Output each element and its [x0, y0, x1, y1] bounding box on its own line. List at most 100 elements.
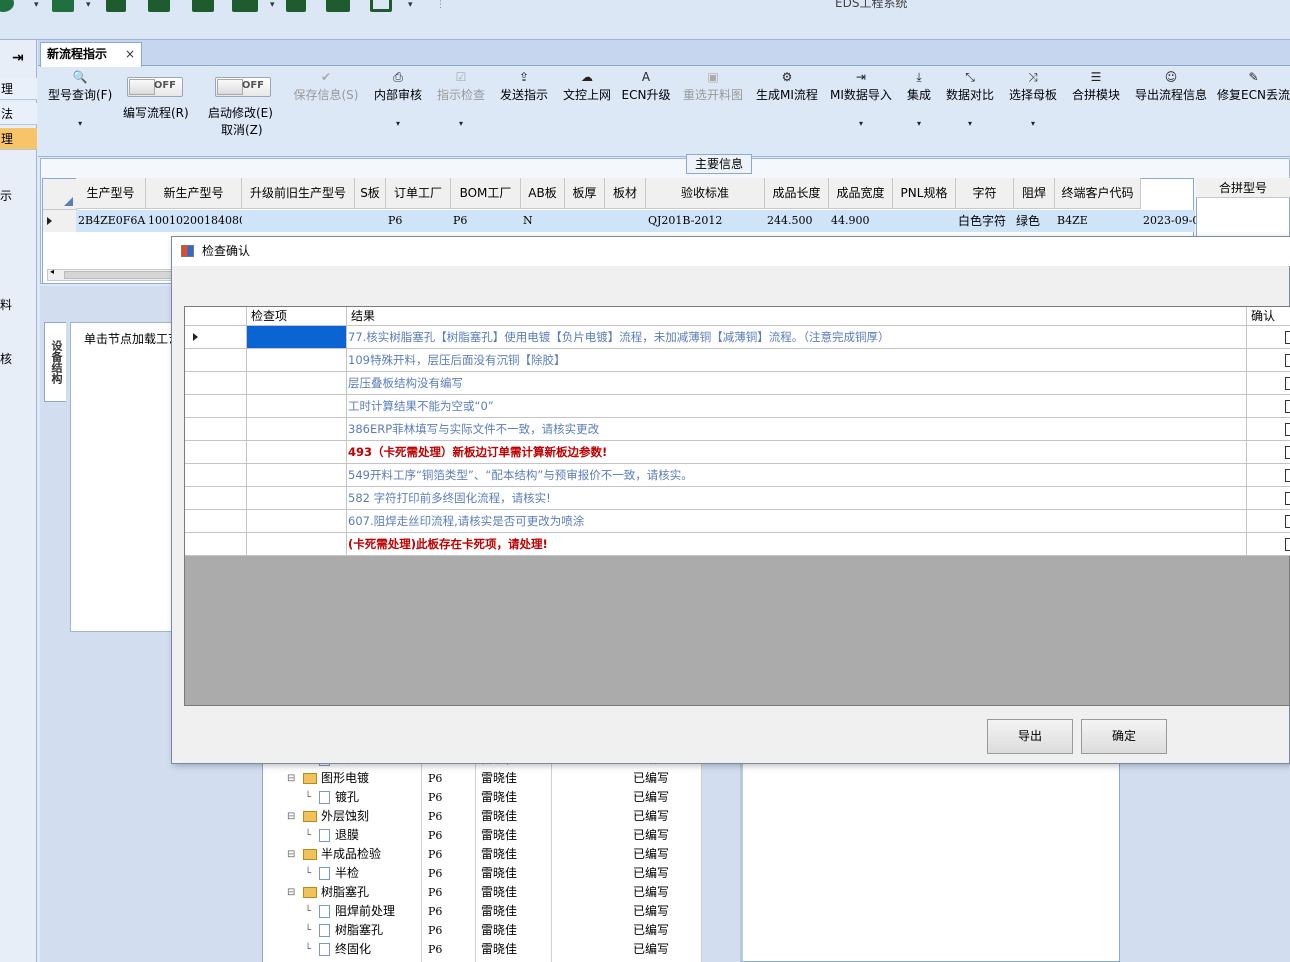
- grid-cell-9[interactable]: QJ201B-2012: [646, 210, 765, 232]
- menu-icon[interactable]: [232, 0, 258, 12]
- tab-new-process[interactable]: 新流程指示 ×: [40, 42, 142, 67]
- check-item-cell[interactable]: [247, 533, 347, 555]
- close-icon[interactable]: ×: [125, 43, 135, 65]
- tree-row[interactable]: ⊟ 图形电镀 P6 雷晓佳 已编写: [263, 769, 703, 788]
- grid-cell-5[interactable]: P6: [451, 210, 521, 232]
- ribbon-button-15[interactable]: ✎ 修复ECN丢流: [1217, 70, 1290, 103]
- check-row[interactable]: 607.阻焊走丝印流程,请核实是否可更改为喷涂: [185, 510, 1290, 533]
- row-header[interactable]: [185, 349, 247, 371]
- vertical-tab-structure[interactable]: 设备结构: [44, 322, 66, 402]
- tree-row[interactable]: └ 树脂塞孔 P6 雷晓佳 已编写: [263, 921, 703, 940]
- enable-edit-toggle[interactable]: OFF: [215, 77, 271, 97]
- grid-cell-3[interactable]: [355, 210, 386, 232]
- check-item-cell[interactable]: [247, 326, 347, 348]
- grid-header-2[interactable]: 升级前旧生产型号: [242, 178, 355, 209]
- col-result[interactable]: 结果: [347, 307, 1247, 326]
- check-item-cell[interactable]: [247, 487, 347, 509]
- grid-header-1[interactable]: 新生产型号: [146, 178, 242, 209]
- ribbon-button-6[interactable]: A ECN升级: [622, 70, 671, 103]
- collapse-icon[interactable]: ⇥: [12, 50, 24, 66]
- ribbon-button-10[interactable]: ⤓ 集成 ▾: [907, 70, 931, 128]
- grid-header-0[interactable]: 生产型号: [76, 178, 146, 209]
- grid-header-4[interactable]: 订单工厂: [386, 178, 451, 209]
- result-cell[interactable]: 493（卡死需处理）新板边订单需计算新板边参数!: [347, 441, 1247, 463]
- check-row[interactable]: 386ERP菲林填写与实际文件不一致，请核实更改: [185, 418, 1290, 441]
- grid-cell-1[interactable]: 10010200184080: [146, 210, 246, 232]
- grid-icon[interactable]: [52, 0, 74, 12]
- refresh-icon[interactable]: [0, 0, 14, 12]
- nav-item-2[interactable]: 法: [0, 103, 37, 125]
- check-row[interactable]: 493（卡死需处理）新板边订单需计算新板边参数!: [185, 441, 1290, 464]
- ribbon-button-0[interactable]: 🔍 型号查询(F) ▾: [48, 70, 112, 128]
- save-icon[interactable]: [148, 0, 170, 12]
- confirm-checkbox[interactable]: [1285, 400, 1290, 413]
- grid-cell-10[interactable]: 244.500: [765, 210, 829, 232]
- collapse-icon[interactable]: ⊟: [287, 845, 295, 864]
- grid-header-3[interactable]: S板: [355, 178, 386, 209]
- dropdown-icon[interactable]: ▾: [830, 119, 892, 128]
- ribbon-button-14[interactable]: ☺ 导出流程信息: [1135, 70, 1207, 103]
- check-row[interactable]: 工时计算结果不能为空或“0”: [185, 395, 1290, 418]
- check-row[interactable]: 109特殊开料，层压后面没有沉铜【除胶】: [185, 349, 1290, 372]
- cancel-edit-label[interactable]: 取消(Z): [221, 121, 263, 138]
- grid-cell-2[interactable]: [242, 210, 355, 232]
- row-header[interactable]: [43, 210, 77, 232]
- dropdown-icon[interactable]: ▾: [48, 119, 112, 128]
- grid-cell-4[interactable]: P6: [386, 210, 451, 232]
- confirm-checkbox[interactable]: [1285, 423, 1290, 436]
- collapse-icon[interactable]: ⊟: [287, 807, 295, 826]
- confirm-checkbox[interactable]: [1285, 492, 1290, 505]
- dropdown-icon[interactable]: ▾: [374, 119, 422, 128]
- tree-row[interactable]: ⊟ 半成品检验 P6 雷晓佳 已编写: [263, 845, 703, 864]
- dropdown-icon[interactable]: ▾: [907, 119, 931, 128]
- collapse-icon[interactable]: ⊟: [287, 769, 295, 788]
- dropdown-icon[interactable]: ▾: [1009, 119, 1057, 128]
- grid-cell-6[interactable]: N: [521, 210, 565, 232]
- row-header[interactable]: [185, 533, 247, 555]
- grid-cell-15[interactable]: B4ZE: [1055, 210, 1141, 232]
- write-process-toggle[interactable]: OFF: [127, 77, 183, 97]
- ribbon-button-8[interactable]: ⚙ 生成MI流程: [756, 70, 818, 103]
- row-header[interactable]: [185, 441, 247, 463]
- grid-header-9[interactable]: 验收标准: [646, 178, 765, 209]
- row-header[interactable]: [185, 487, 247, 509]
- check-item-cell[interactable]: [247, 510, 347, 532]
- scissors-icon[interactable]: [106, 0, 126, 12]
- grid-cell-7[interactable]: [565, 210, 605, 232]
- user-icon[interactable]: [286, 0, 306, 12]
- grid-cell-13[interactable]: 白色字符: [956, 210, 1014, 232]
- copy-icon[interactable]: [192, 0, 214, 12]
- row-header[interactable]: [185, 464, 247, 486]
- export-button[interactable]: 导出: [987, 719, 1073, 754]
- grid-cell-14[interactable]: 绿色: [1014, 210, 1055, 232]
- customize-icon[interactable]: ⋮: [436, 0, 445, 10]
- result-cell[interactable]: 层压叠板结构没有编写: [347, 372, 1247, 394]
- grid-cell-8[interactable]: [605, 210, 646, 232]
- grid-header-14[interactable]: 阻焊: [1014, 178, 1055, 209]
- grid-header-7[interactable]: 板厚: [565, 178, 605, 209]
- col-confirm[interactable]: 确认: [1247, 307, 1290, 326]
- nav-item-3[interactable]: 理: [0, 128, 37, 150]
- ribbon-button-1[interactable]: ✔ 保存信息(S): [294, 70, 359, 103]
- check-row[interactable]: 582 字符打印前多终固化流程，请核实!: [185, 487, 1290, 510]
- confirm-checkbox[interactable]: [1285, 446, 1290, 459]
- ribbon-button-7[interactable]: ▣ 重选开料图: [683, 70, 743, 103]
- result-cell[interactable]: 607.阻焊走丝印流程,请核实是否可更改为喷涂: [347, 510, 1247, 532]
- tree-row[interactable]: ⊟ 外层蚀刻 P6 雷晓佳 已编写: [263, 807, 703, 826]
- dropdown-icon[interactable]: ▾: [34, 0, 39, 10]
- ribbon-button-3[interactable]: ☑ 指示检查 ▾: [437, 70, 485, 128]
- result-cell[interactable]: (卡死需处理)此板存在卡死项，请处理!: [347, 533, 1247, 555]
- dropdown-icon[interactable]: ▾: [946, 119, 994, 128]
- row-header[interactable]: [185, 510, 247, 532]
- check-item-cell[interactable]: [247, 418, 347, 440]
- tree-row[interactable]: └ 终固化 P6 雷晓佳 已编写: [263, 940, 703, 959]
- check-row[interactable]: 层压叠板结构没有编写: [185, 372, 1290, 395]
- check-item-cell[interactable]: [247, 349, 347, 371]
- grid-header-13[interactable]: 字符: [956, 178, 1014, 209]
- grid-header-8[interactable]: 板材: [605, 178, 646, 209]
- result-cell[interactable]: 109特殊开料，层压后面没有沉铜【除胶】: [347, 349, 1247, 371]
- nav-item-1[interactable]: 理: [0, 78, 37, 100]
- result-cell[interactable]: 582 字符打印前多终固化流程，请核实!: [347, 487, 1247, 509]
- scroll-left-icon[interactable]: ◂: [50, 267, 54, 276]
- check-item-cell[interactable]: [247, 441, 347, 463]
